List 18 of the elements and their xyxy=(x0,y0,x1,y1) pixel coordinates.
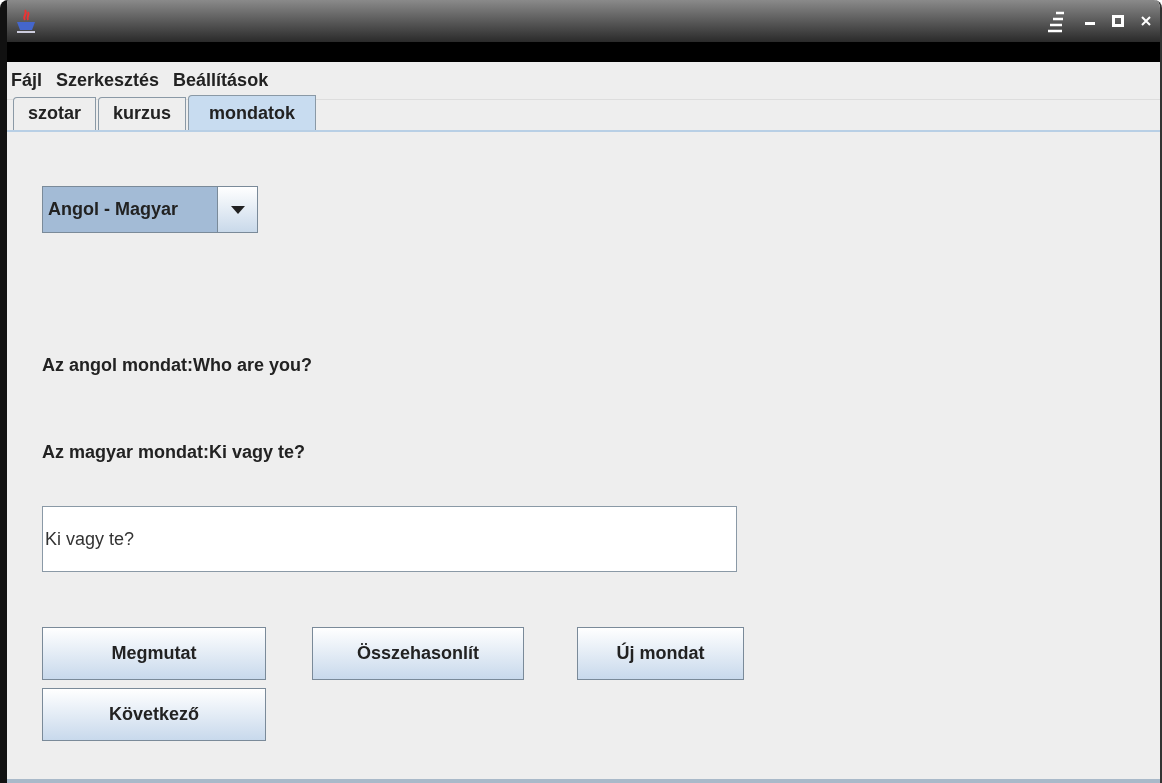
tab[interactable]: szotar xyxy=(13,97,96,130)
tab[interactable]: mondatok xyxy=(188,95,317,130)
menu-item[interactable]: Beállítások xyxy=(173,67,269,94)
java-cup-icon xyxy=(15,8,37,34)
action-button[interactable]: Következő xyxy=(42,688,266,741)
menu-item[interactable]: Fájl xyxy=(11,67,42,94)
maximize-icon[interactable] xyxy=(1112,15,1124,27)
language-dropdown[interactable]: Angol - Magyar xyxy=(42,186,258,233)
action-button[interactable]: Megmutat xyxy=(42,627,266,680)
action-button[interactable]: Összehasonlít xyxy=(312,627,524,680)
sentence-label: Az angol mondat:Who are you? xyxy=(42,354,313,377)
action-button[interactable]: Új mondat xyxy=(577,627,744,680)
menu-item[interactable]: Szerkesztés xyxy=(56,67,160,94)
sentence-label: Az magyar mondat:Ki vagy te? xyxy=(42,441,307,464)
tab[interactable]: kurzus xyxy=(98,97,187,130)
close-icon[interactable] xyxy=(1140,15,1152,27)
answer-field[interactable]: Ki vagy te? xyxy=(42,506,737,572)
caret-icon xyxy=(230,205,245,214)
